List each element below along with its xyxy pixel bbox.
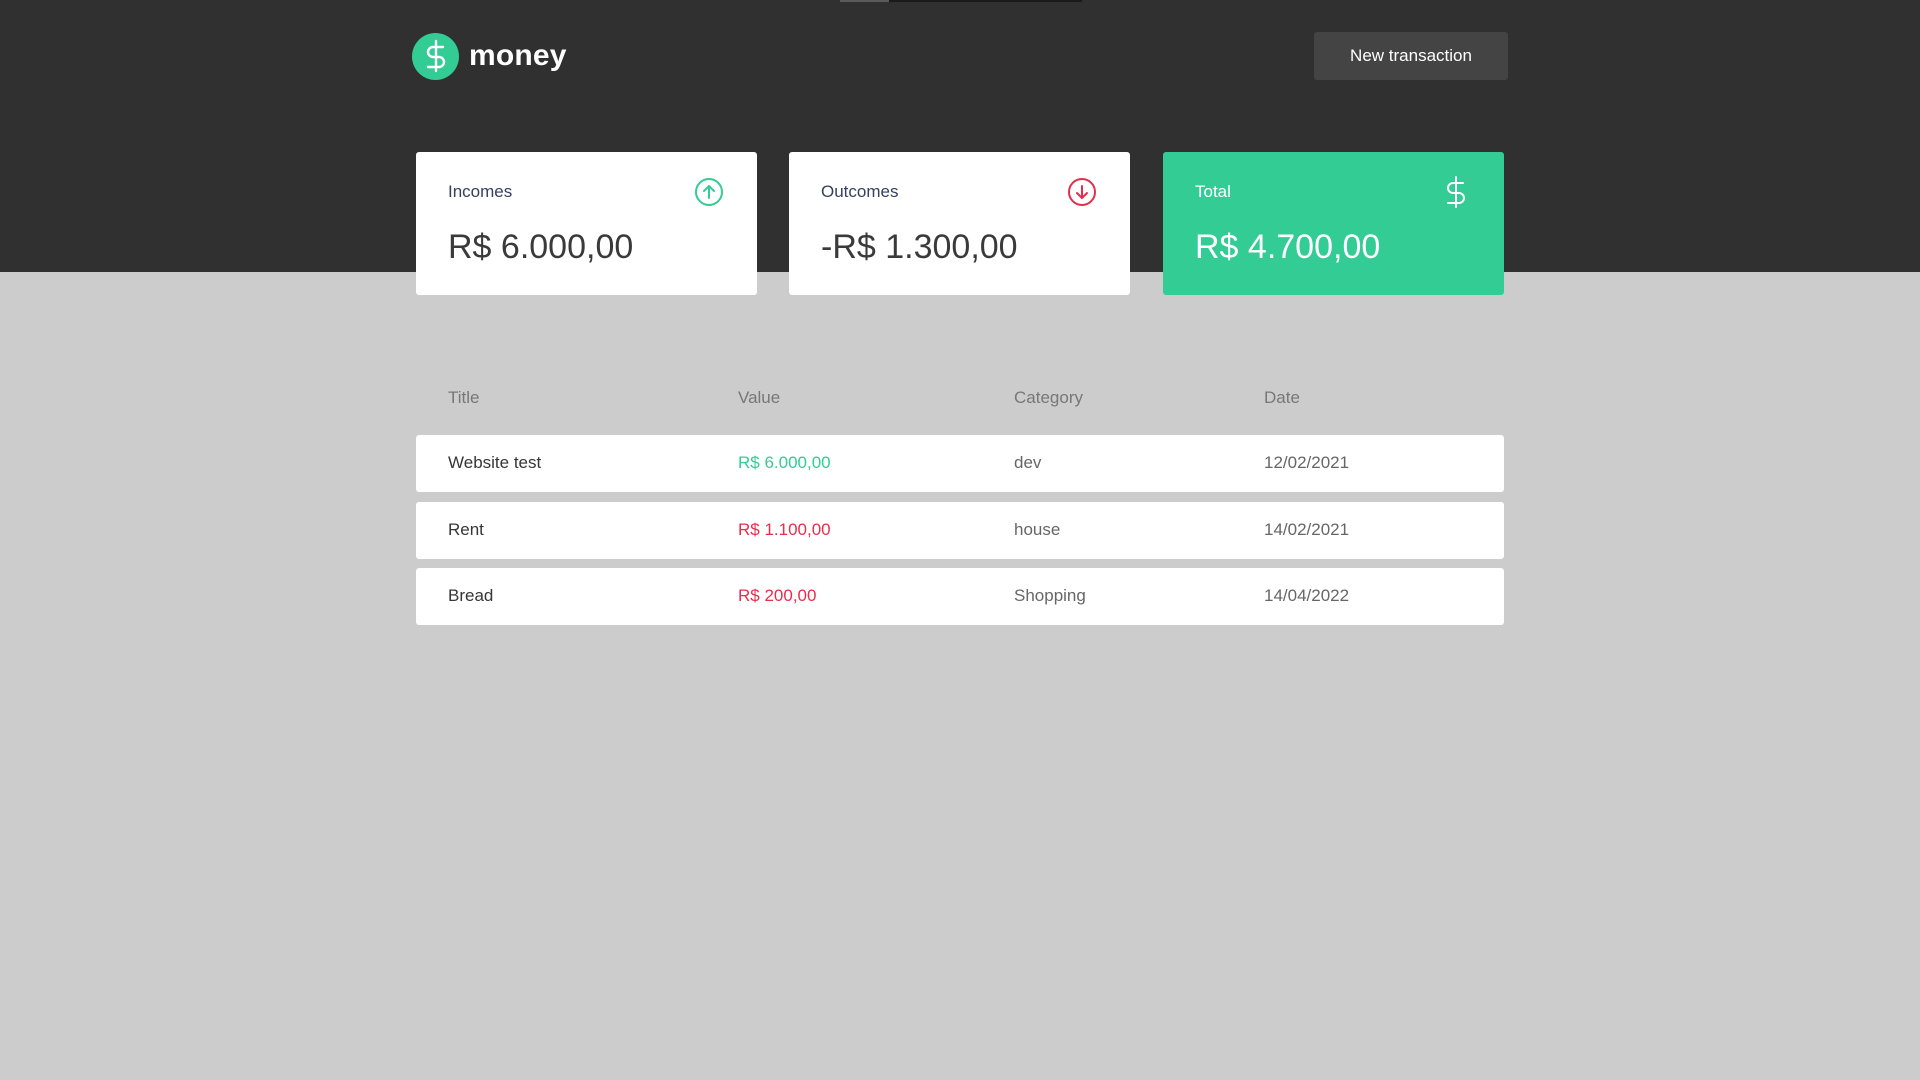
- table-row[interactable]: Rent R$ 1.100,00 house 14/02/2021: [416, 502, 1504, 559]
- total-amount: R$ 4.700,00: [1195, 228, 1381, 266]
- row-title: Rent: [448, 520, 484, 539]
- header-category: Category: [1014, 388, 1083, 407]
- outcomes-amount: -R$ 1.300,00: [821, 228, 1018, 266]
- incomes-amount: R$ 6.000,00: [448, 228, 634, 266]
- row-category: dev: [1014, 453, 1042, 472]
- header-title: Title: [448, 388, 480, 407]
- row-category: house: [1014, 520, 1061, 539]
- row-title: Website test: [448, 453, 542, 472]
- row-category: Shopping: [1014, 586, 1086, 605]
- total-card: Total R$ 4.700,00: [1163, 152, 1504, 295]
- header-value: Value: [738, 388, 781, 407]
- row-value: R$ 200,00: [738, 586, 817, 605]
- arrow-down-circle-icon: [1068, 178, 1096, 206]
- row-date: 14/02/2021: [1264, 520, 1350, 539]
- table-header: Title Value Category Date: [416, 384, 1504, 414]
- row-title: Bread: [448, 586, 494, 605]
- outcomes-label: Outcomes: [821, 182, 899, 201]
- logo-text: money: [469, 39, 567, 72]
- row-value: R$ 6.000,00: [738, 453, 831, 472]
- outcomes-card: Outcomes -R$ 1.300,00: [789, 152, 1130, 295]
- dollar-icon: [412, 32, 459, 80]
- incomes-label: Incomes: [448, 182, 513, 201]
- new-transaction-button[interactable]: New transaction: [1314, 32, 1508, 80]
- table-row[interactable]: Website test R$ 6.000,00 dev 12/02/2021: [416, 435, 1504, 492]
- top-progress-fill: [840, 0, 889, 2]
- header-date: Date: [1264, 388, 1300, 407]
- incomes-card: Incomes R$ 6.000,00: [416, 152, 757, 295]
- arrow-up-circle-icon: [695, 178, 723, 206]
- total-label: Total: [1195, 182, 1231, 201]
- top-progress-bar: [840, 0, 1082, 2]
- row-value: R$ 1.100,00: [738, 520, 831, 539]
- row-date: 12/02/2021: [1264, 453, 1350, 472]
- table-row[interactable]: Bread R$ 200,00 Shopping 14/04/2022: [416, 568, 1504, 625]
- top-progress-track: [889, 0, 1082, 2]
- logo[interactable]: money: [412, 32, 567, 80]
- row-date: 14/04/2022: [1264, 586, 1350, 605]
- dollar-icon: [1447, 176, 1465, 208]
